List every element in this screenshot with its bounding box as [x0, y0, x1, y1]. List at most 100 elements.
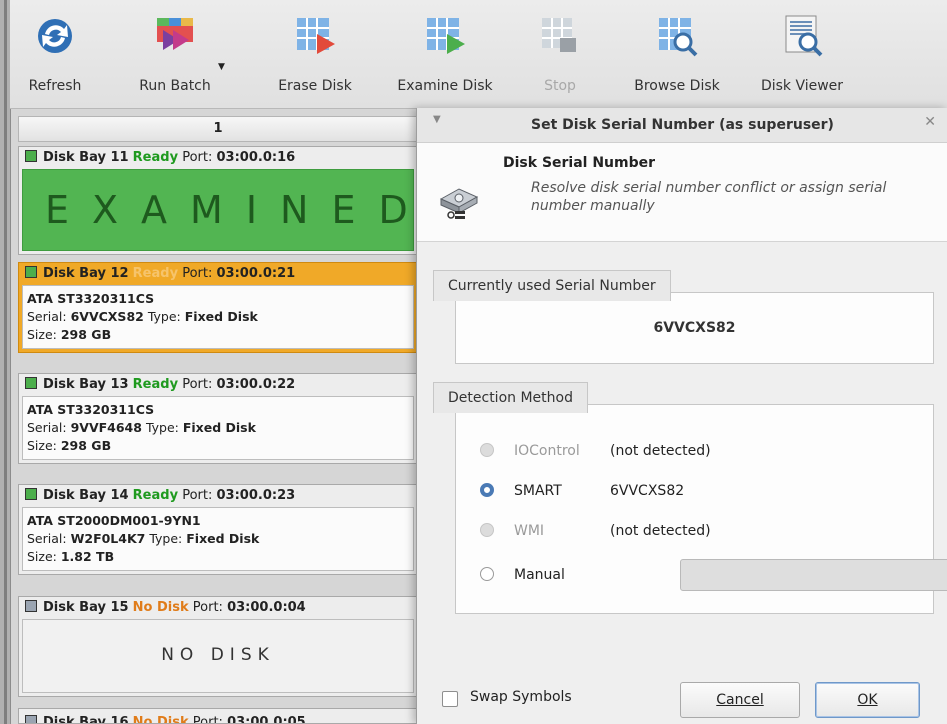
bay-name: Disk Bay 13 — [43, 377, 129, 392]
swap-symbols-checkbox[interactable] — [442, 691, 458, 707]
stop-button[interactable]: Stop — [530, 14, 590, 104]
disk-info: ATA ST2000DM001-9YN1 Serial: W2F0L4K7 Ty… — [22, 507, 414, 571]
port-value: 03:00.0:04 — [227, 600, 306, 615]
status-badge: Ready — [132, 150, 179, 165]
toolbar: Refresh Run Batch ▼ Erase Disk Examine D… — [10, 0, 947, 109]
dialog-titlebar[interactable]: ▼ Set Disk Serial Number (as superuser) … — [417, 108, 947, 143]
current-serial-value: 6VVCXS82 — [653, 320, 736, 336]
wmi-label: WMI — [514, 523, 545, 539]
current-serial-group: 6VVCXS82 — [455, 292, 934, 364]
ok-button[interactable]: OK — [815, 682, 920, 718]
detection-method-group-label: Detection Method — [433, 382, 588, 413]
smart-label[interactable]: SMART — [514, 479, 562, 503]
run-batch-button[interactable]: Run Batch ▼ — [130, 14, 225, 104]
disk-info: ATA ST3320311CS Serial: 9VVF4648 Type: F… — [22, 396, 414, 460]
chevron-down-icon[interactable]: ▼ — [218, 62, 225, 72]
disk-info: ATA ST3320311CS Serial: 6VVCXS82 Type: F… — [22, 285, 414, 349]
examine-disk-label: Examine Disk — [397, 78, 493, 94]
dialog-heading: Disk Serial Number — [503, 155, 656, 171]
serial-number-dialog: ▼ Set Disk Serial Number (as superuser) … — [416, 108, 947, 724]
method-iocontrol: IOControl (not detected) — [480, 439, 711, 463]
disk-serial: 9VVF4648 — [70, 420, 142, 435]
swap-symbols-label[interactable]: Swap Symbols — [470, 689, 572, 705]
manual-serial-input[interactable] — [680, 559, 947, 591]
status-badge: Ready — [132, 377, 179, 392]
port-value: 03:00.0:21 — [216, 266, 296, 281]
browse-disk-button[interactable]: Browse Disk — [622, 14, 732, 104]
smart-value: 6VVCXS82 — [610, 483, 685, 499]
bay-name: Disk Bay 14 — [43, 488, 129, 503]
no-disk-overlay: NO DISK — [22, 619, 414, 693]
disk-bay-13[interactable]: Disk Bay 13 Ready Port: 03:00.0:22 ATA S… — [18, 373, 418, 464]
erase-disk-icon — [297, 18, 335, 54]
smart-radio[interactable] — [480, 483, 494, 497]
status-badge: No Disk — [132, 600, 189, 615]
status-led — [25, 488, 37, 500]
disk-serial: 6VVCXS82 — [70, 309, 144, 324]
status-led — [25, 377, 37, 389]
disk-bay-11[interactable]: Disk Bay 11 Ready Port: 03:00.0:16 EXAMI… — [18, 146, 418, 255]
dialog-description: Resolve disk serial number conflict or a… — [531, 180, 887, 214]
port-label: Port: — [182, 377, 213, 392]
examined-overlay: EXAMINED — [22, 169, 414, 251]
disk-bay-12[interactable]: Disk Bay 12 Ready Port: 03:00.0:21 ATA S… — [18, 262, 418, 353]
disk-bay-15[interactable]: Disk Bay 15 No Disk Port: 03:00.0:04 NO … — [18, 596, 418, 697]
disk-serial: W2F0L4K7 — [70, 531, 146, 546]
manual-label[interactable]: Manual — [514, 559, 565, 591]
hard-disk-icon — [439, 188, 479, 219]
status-led — [25, 715, 37, 723]
status-badge: Ready — [132, 266, 179, 281]
erase-disk-label: Erase Disk — [278, 78, 352, 94]
column-header[interactable]: 1 — [18, 116, 418, 142]
port-label: Port: — [192, 600, 223, 615]
disk-model: ATA ST3320311CS — [27, 402, 155, 417]
method-wmi: WMI (not detected) — [480, 519, 711, 543]
port-label: Port: — [182, 488, 213, 503]
method-smart[interactable]: SMART 6VVCXS82 — [480, 479, 684, 503]
examine-disk-button[interactable]: Examine Disk — [390, 14, 500, 104]
run-batch-label: Run Batch — [139, 78, 211, 94]
erase-disk-button[interactable]: Erase Disk — [272, 14, 358, 104]
stop-icon — [542, 18, 576, 52]
wmi-value: (not detected) — [610, 523, 711, 539]
port-label: Port: — [192, 715, 223, 724]
refresh-icon — [38, 19, 72, 53]
iocontrol-value: (not detected) — [610, 443, 711, 459]
cancel-button[interactable]: Cancel — [680, 682, 800, 718]
disk-viewer-icon — [785, 15, 823, 57]
iocontrol-radio — [480, 443, 494, 457]
port-value: 03:00.0:05 — [227, 715, 306, 724]
disk-size: 298 GB — [60, 327, 112, 342]
close-icon[interactable]: ✕ — [924, 114, 936, 130]
disk-type: Fixed Disk — [186, 531, 260, 546]
disk-bay-14[interactable]: Disk Bay 14 Ready Port: 03:00.0:23 ATA S… — [18, 484, 418, 575]
bay-name: Disk Bay 11 — [43, 150, 129, 165]
disk-viewer-button[interactable]: Disk Viewer — [752, 14, 852, 104]
disk-model: ATA ST2000DM001-9YN1 — [27, 513, 201, 528]
disk-type: Fixed Disk — [182, 420, 256, 435]
browse-disk-icon — [659, 18, 698, 57]
disk-size: 1.82 TB — [60, 549, 115, 564]
status-led — [25, 266, 37, 278]
refresh-button[interactable]: Refresh — [20, 14, 90, 104]
manual-radio[interactable] — [480, 567, 494, 581]
refresh-label: Refresh — [28, 78, 82, 94]
cancel-label: Cancel — [716, 692, 764, 708]
dialog-header: Disk Serial Number Resolve disk serial n… — [417, 143, 947, 242]
disk-model: ATA ST3320311CS — [27, 291, 155, 306]
browse-disk-label: Browse Disk — [634, 78, 720, 94]
iocontrol-label: IOControl — [514, 443, 580, 459]
stop-label: Stop — [544, 78, 576, 94]
disk-bay-16[interactable]: Disk Bay 16 No Disk Port: 03:00.0:05 — [18, 708, 418, 724]
bay-name: Disk Bay 16 — [43, 715, 129, 724]
bay-name: Disk Bay 12 — [43, 266, 129, 281]
wmi-radio — [480, 523, 494, 537]
port-label: Port: — [182, 266, 213, 281]
status-badge: No Disk — [132, 715, 189, 724]
disk-size: 298 GB — [60, 438, 112, 453]
port-value: 03:00.0:23 — [216, 488, 296, 503]
port-value: 03:00.0:22 — [216, 377, 296, 392]
disk-type: Fixed Disk — [184, 309, 258, 324]
detection-method-group: IOControl (not detected) SMART 6VVCXS82 … — [455, 404, 947, 614]
method-manual[interactable]: Manual — [480, 559, 947, 591]
